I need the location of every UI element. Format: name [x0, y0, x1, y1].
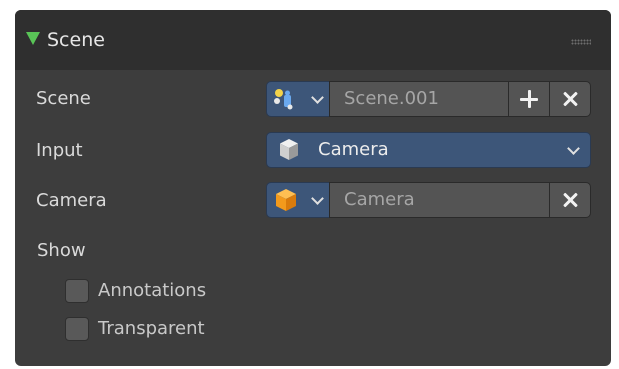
input-dropdown-body[interactable]: Camera — [266, 132, 591, 168]
camera-row-label: Camera — [36, 190, 107, 211]
transparent-checkbox[interactable] — [65, 317, 89, 341]
camera-selector: Camera — [266, 182, 591, 218]
unlink-scene-button[interactable] — [549, 81, 591, 117]
scene-browse-dropdown[interactable] — [266, 81, 330, 117]
scene-name-value: Scene.001 — [344, 88, 439, 109]
camera-name-field[interactable]: Camera — [329, 182, 550, 218]
chevron-down-icon — [311, 91, 324, 104]
panel-header[interactable]: Scene — [15, 10, 611, 70]
new-scene-button[interactable] — [508, 81, 550, 117]
transparent-label: Transparent — [98, 318, 205, 339]
chevron-down-icon — [567, 142, 580, 155]
scene-name-field[interactable]: Scene.001 — [329, 81, 509, 117]
cube-object-icon — [280, 139, 298, 160]
scene-panel: Scene Scene Scene.001 Input Camera Camer… — [15, 10, 611, 366]
close-icon — [561, 90, 579, 108]
clear-camera-button[interactable] — [549, 182, 591, 218]
annotations-checkbox[interactable] — [65, 279, 89, 303]
drag-grip-icon[interactable] — [571, 39, 591, 45]
annotations-label: Annotations — [98, 280, 207, 301]
scene-selector: Scene.001 — [266, 81, 591, 117]
scene-row-label: Scene — [36, 88, 91, 109]
input-row-label: Input — [36, 140, 83, 161]
input-dropdown[interactable]: Camera — [266, 132, 591, 168]
camera-browse-dropdown[interactable] — [266, 182, 330, 218]
close-icon — [561, 191, 579, 209]
plus-icon — [520, 90, 538, 108]
collapse-triangle-icon[interactable] — [26, 32, 40, 45]
camera-object-icon — [276, 189, 296, 211]
show-section-label: Show — [37, 240, 86, 261]
input-value: Camera — [318, 139, 389, 160]
camera-name-value: Camera — [344, 189, 415, 210]
panel-title: Scene — [47, 29, 105, 51]
chevron-down-icon — [311, 192, 324, 205]
scene-data-icon — [274, 89, 293, 110]
